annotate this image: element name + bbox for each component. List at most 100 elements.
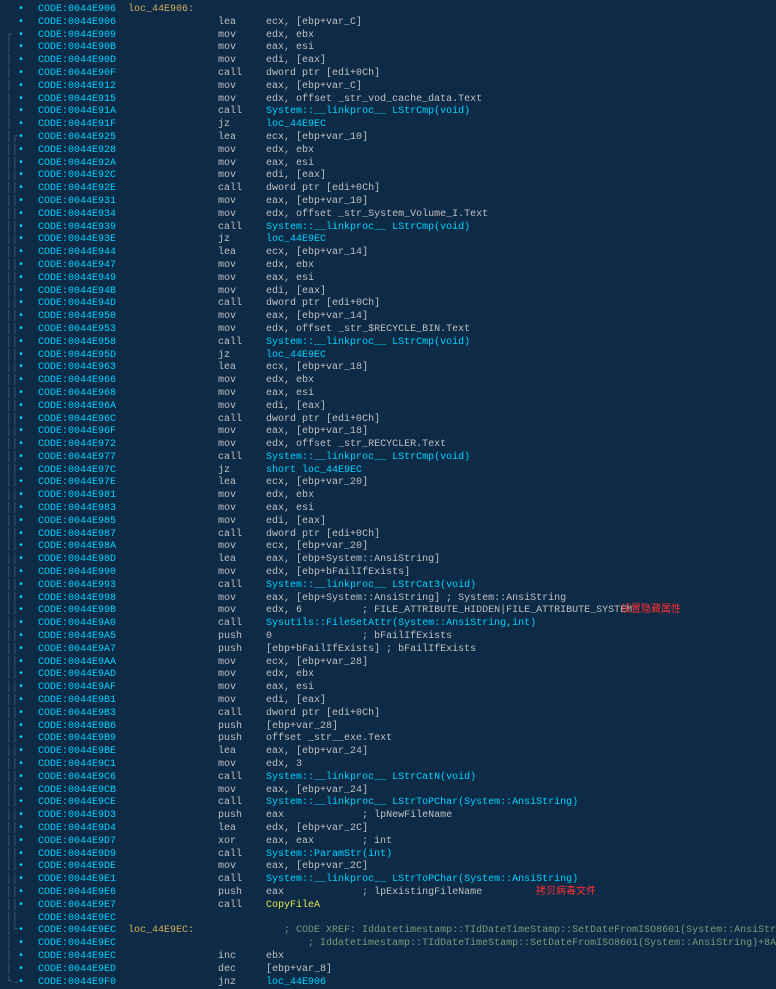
disasm-row[interactable]: ││•CODE:0044E9D9 call System::ParamStr(i… bbox=[6, 849, 770, 862]
disasm-row[interactable]: ││•CODE:0044E977 call System::__linkproc… bbox=[6, 452, 770, 465]
disasm-row[interactable]: ││•CODE:0044E9B9 push offset _str__exe.T… bbox=[6, 733, 770, 746]
disasm-row[interactable]: ││•CODE:0044E97C jz short loc_44E9EC bbox=[6, 465, 770, 478]
disasm-row[interactable]: ││•CODE:0044E950 mov eax, [ebp+var_14] bbox=[6, 311, 770, 324]
disasm-row[interactable]: ││•CODE:0044E9C6 call System::__linkproc… bbox=[6, 772, 770, 785]
mnemonic: mov bbox=[218, 196, 266, 207]
disasm-row[interactable]: │ •CODE:0044E90D mov edi, [eax] bbox=[6, 55, 770, 68]
disasm-row[interactable]: ││•CODE:0044E966 mov edx, ebx bbox=[6, 375, 770, 388]
disasm-row[interactable]: ││•CODE:0044E998 mov eax, [ebp+System::A… bbox=[6, 593, 770, 606]
flow-arrow: ││• bbox=[6, 797, 38, 810]
disasm-row[interactable]: │ •CODE:0044E91A call System::__linkproc… bbox=[6, 106, 770, 119]
disasm-row[interactable]: ││•CODE:0044E9D4 lea edx, [ebp+var_2C] bbox=[6, 823, 770, 836]
disasm-row[interactable]: ││•CODE:0044E9D3 push eax ; lpNewFileNam… bbox=[6, 810, 770, 823]
operand: [ebp+var_28] bbox=[266, 721, 338, 732]
disasm-row[interactable]: ││•CODE:0044E97E lea ecx, [ebp+var_20] bbox=[6, 477, 770, 490]
address: CODE:0044E985 bbox=[38, 516, 122, 527]
disasm-row[interactable]: ││•CODE:0044E96C call dword ptr [edi+0Ch… bbox=[6, 414, 770, 427]
disasm-row[interactable]: ││•CODE:0044E972 mov edx, offset _str_RE… bbox=[6, 439, 770, 452]
disasm-row[interactable]: ││•CODE:0044E953 mov edx, offset _str_$R… bbox=[6, 324, 770, 337]
disasm-row[interactable]: ││•CODE:0044E95D jz loc_44E9EC bbox=[6, 350, 770, 363]
disasm-row[interactable]: ││•CODE:0044E990 mov edx, [ebp+bFailIfEx… bbox=[6, 567, 770, 580]
disasm-row[interactable]: │ •CODE:0044E90B mov eax, esi bbox=[6, 42, 770, 55]
disasm-row[interactable]: │ •CODE:0044E9EC ; Iddatetimestamp::TIdD… bbox=[6, 938, 770, 951]
disasm-row[interactable]: ││•CODE:0044E9CB mov eax, [ebp+var_24] bbox=[6, 785, 770, 798]
disasm-row[interactable]: ││•CODE:0044E98A mov ecx, [ebp+var_20] bbox=[6, 541, 770, 554]
disasm-row[interactable]: ││•CODE:0044E928 mov edx, ebx bbox=[6, 145, 770, 158]
disasm-row[interactable]: │ •CODE:0044E9EC inc ebx bbox=[6, 951, 770, 964]
disasm-row[interactable]: ││•CODE:0044E9BE lea eax, [ebp+var_24] bbox=[6, 746, 770, 759]
disasm-row[interactable]: │┌•CODE:0044E925 lea ecx, [ebp+var_10] bbox=[6, 132, 770, 145]
disasm-row[interactable]: ││ CODE:0044E9EC bbox=[6, 913, 770, 926]
disasm-row[interactable]: ││•CODE:0044E98D lea eax, [ebp+System::A… bbox=[6, 554, 770, 567]
disasm-row[interactable]: ││•CODE:0044E9E6 push eax ; lpExistingFi… bbox=[6, 887, 770, 900]
address: CODE:0044E9D9 bbox=[38, 849, 122, 860]
disasm-row[interactable]: ││•CODE:0044E92E call dword ptr [edi+0Ch… bbox=[6, 183, 770, 196]
disasm-row[interactable]: ││•CODE:0044E99B mov edx, 6 ; FILE_ATTRI… bbox=[6, 605, 770, 618]
flow-arrow: ││• bbox=[6, 324, 38, 337]
disasm-row[interactable]: ││•CODE:0044E944 lea ecx, [ebp+var_14] bbox=[6, 247, 770, 260]
disasm-row[interactable]: ││•CODE:0044E947 mov edx, ebx bbox=[6, 260, 770, 273]
disasm-row[interactable]: │ •CODE:0044E9ED dec [ebp+var_8] bbox=[6, 964, 770, 977]
disasm-row[interactable]: ││•CODE:0044E96A mov edi, [eax] bbox=[6, 401, 770, 414]
operand: dword ptr [edi+0Ch] bbox=[266, 529, 380, 540]
disasm-row[interactable]: ││•CODE:0044E9C1 mov edx, 3 bbox=[6, 759, 770, 772]
disasm-row[interactable]: ││•CODE:0044E9DE mov eax, [ebp+var_2C] bbox=[6, 861, 770, 874]
disasm-row[interactable]: ││•CODE:0044E931 mov eax, [ebp+var_10] bbox=[6, 196, 770, 209]
disasm-row[interactable]: ││•CODE:0044E9A0 call Sysutils::FileSetA… bbox=[6, 618, 770, 631]
disasm-row[interactable]: •CODE:0044E906 loc_44E906: bbox=[6, 4, 770, 17]
disasm-row[interactable]: ││•CODE:0044E934 mov edx, offset _str_Sy… bbox=[6, 209, 770, 222]
disasm-row[interactable]: └→•CODE:0044E9F0 jnz loc_44E906 bbox=[6, 977, 770, 989]
disasm-row[interactable]: ││•CODE:0044E94B mov edi, [eax] bbox=[6, 286, 770, 299]
disasm-row[interactable]: ││•CODE:0044E987 call dword ptr [edi+0Ch… bbox=[6, 529, 770, 542]
disasm-row[interactable]: ││•CODE:0044E968 mov eax, esi bbox=[6, 388, 770, 401]
flow-arrow: ││• bbox=[6, 375, 38, 388]
disasm-row[interactable]: │ •CODE:0044E912 mov eax, [ebp+var_C] bbox=[6, 81, 770, 94]
disasm-row[interactable]: ││•CODE:0044E9B1 mov edi, [eax] bbox=[6, 695, 770, 708]
address: CODE:0044E9A5 bbox=[38, 631, 122, 642]
disasm-row[interactable]: ││•CODE:0044E985 mov edi, [eax] bbox=[6, 516, 770, 529]
operand: eax, [ebp+var_24] bbox=[266, 746, 368, 757]
disasm-row[interactable]: ││•CODE:0044E958 call System::__linkproc… bbox=[6, 337, 770, 350]
disasm-row[interactable]: ││•CODE:0044E939 call System::__linkproc… bbox=[6, 222, 770, 235]
mnemonic: mov bbox=[218, 324, 266, 335]
disasm-row[interactable]: │ •CODE:0044E915 mov edx, offset _str_vo… bbox=[6, 94, 770, 107]
disasm-row[interactable]: ││•CODE:0044E9CE call System::__linkproc… bbox=[6, 797, 770, 810]
disasm-row[interactable]: ││•CODE:0044E92A mov eax, esi bbox=[6, 158, 770, 171]
address: CODE:0044E9DE bbox=[38, 861, 122, 872]
disasm-row[interactable]: •CODE:0044E906 lea ecx, [ebp+var_C] bbox=[6, 17, 770, 30]
disasm-row[interactable]: ││•CODE:0044E92C mov edi, [eax] bbox=[6, 170, 770, 183]
disasm-row[interactable]: ││•CODE:0044E949 mov eax, esi bbox=[6, 273, 770, 286]
operand: ecx, [ebp+var_14] bbox=[266, 247, 368, 258]
disasm-row[interactable]: │└•CODE:0044E9EC loc_44E9EC: ; CODE XREF… bbox=[6, 925, 770, 938]
disasm-row[interactable]: │ •CODE:0044E91F jz loc_44E9EC bbox=[6, 119, 770, 132]
operand: dword ptr [edi+0Ch] bbox=[266, 68, 380, 79]
disasm-row[interactable]: │ •CODE:0044E90F call dword ptr [edi+0Ch… bbox=[6, 68, 770, 81]
disasm-row[interactable]: ││•CODE:0044E9AA mov ecx, [ebp+var_28] bbox=[6, 657, 770, 670]
address: CODE:0044E983 bbox=[38, 503, 122, 514]
address: CODE:0044E9B9 bbox=[38, 733, 122, 744]
disasm-row[interactable]: ││•CODE:0044E96F mov eax, [ebp+var_18] bbox=[6, 426, 770, 439]
disasm-row[interactable]: ││•CODE:0044E993 call System::__linkproc… bbox=[6, 580, 770, 593]
disasm-row[interactable]: ││•CODE:0044E9E1 call System::__linkproc… bbox=[6, 874, 770, 887]
disasm-row[interactable]: ││•CODE:0044E983 mov eax, esi bbox=[6, 503, 770, 516]
disasm-row[interactable]: ││•CODE:0044E981 mov edx, ebx bbox=[6, 490, 770, 503]
disasm-row[interactable]: ││•CODE:0044E9A5 push 0 ; bFailIfExists bbox=[6, 631, 770, 644]
address: CODE:0044E96C bbox=[38, 414, 122, 425]
address: CODE:0044E9AF bbox=[38, 682, 122, 693]
disasm-row[interactable]: ││•CODE:0044E94D call dword ptr [edi+0Ch… bbox=[6, 298, 770, 311]
operand: ecx, [ebp+var_20] bbox=[266, 477, 368, 488]
disasm-row[interactable]: ┌ •CODE:0044E909 mov edx, ebx bbox=[6, 30, 770, 43]
disasm-row[interactable]: ││•CODE:0044E9D7 xor eax, eax ; int bbox=[6, 836, 770, 849]
disasm-row[interactable]: ││•CODE:0044E963 lea ecx, [ebp+var_18] bbox=[6, 362, 770, 375]
address: CODE:0044E9D4 bbox=[38, 823, 122, 834]
flow-arrow: └→• bbox=[6, 977, 38, 989]
disasm-row[interactable]: ││•CODE:0044E9AF mov eax, esi bbox=[6, 682, 770, 695]
flow-arrow: ││ bbox=[6, 913, 38, 926]
disasm-row[interactable]: ││•CODE:0044E9AD mov edx, ebx bbox=[6, 669, 770, 682]
disasm-row[interactable]: ││•CODE:0044E9B6 push [ebp+var_28] bbox=[6, 721, 770, 734]
disasm-row[interactable]: ││•CODE:0044E9B3 call dword ptr [edi+0Ch… bbox=[6, 708, 770, 721]
disasm-row[interactable]: ││•CODE:0044E9A7 push [ebp+bFailIfExists… bbox=[6, 644, 770, 657]
mnemonic: mov bbox=[218, 286, 266, 297]
disasm-row[interactable]: ││•CODE:0044E93E jz loc_44E9EC bbox=[6, 234, 770, 247]
disasm-row[interactable]: ││•CODE:0044E9E7 call CopyFileA bbox=[6, 900, 770, 913]
